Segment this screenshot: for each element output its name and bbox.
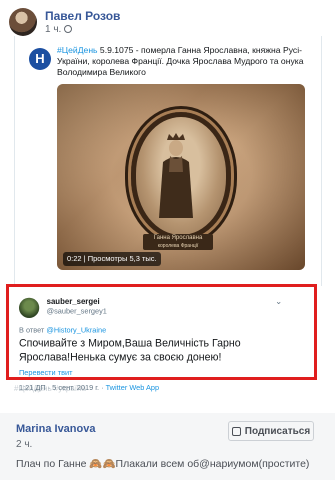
post-header: Павел Розов 1 ч. (9, 8, 120, 36)
reply-handle[interactable]: @sauber_sergey1 (47, 307, 107, 315)
translate-link[interactable]: Перевести твит (19, 369, 72, 377)
reply-to-link[interactable]: @History_Ukraine (46, 326, 106, 334)
facebook-feed: Павел Розов 1 ч. H #ЦейДень 5.9.1075 - п… (0, 0, 335, 480)
comment-text: Плач по Ганне 🙈🙈Плакали всем об@нариумом… (16, 458, 310, 470)
post-author[interactable]: Павел Розов (45, 9, 120, 23)
reply-username[interactable]: sauber_sergei (47, 297, 100, 306)
comment: Marina Ivanova 2 ч. Подписаться Плач по … (0, 413, 335, 480)
tweet-text: #ЦейДень 5.9.1075 - померла Ганна Яросла… (57, 45, 304, 77)
reply-avatar[interactable] (19, 297, 40, 318)
author-avatar[interactable] (9, 8, 37, 36)
reply-text: Спочивайте з Миром,Ваша Величність Гарно… (19, 338, 241, 364)
portrait-plaque: Ганна Ярославна королева Франції (143, 234, 213, 250)
subscribe-button[interactable]: Подписаться (228, 421, 314, 441)
subscribe-icon (231, 426, 241, 436)
globe-icon (64, 25, 73, 33)
facebook-post: Павел Розов 1 ч. H #ЦейДень 5.9.1075 - п… (0, 0, 335, 414)
history-ukraine-logo[interactable]: H (29, 48, 51, 70)
comment-author[interactable]: Marina Ivanova (16, 423, 95, 435)
chevron-down-icon[interactable]: ⌄ (275, 297, 282, 307)
comment-time[interactable]: 2 ч. (16, 439, 32, 450)
hashtag-link[interactable]: #ЦейДень (57, 45, 98, 55)
portrait-figure (159, 133, 193, 218)
post-time[interactable]: 1 ч. (45, 23, 61, 36)
client-link[interactable]: Twitter Web App (106, 383, 159, 391)
highlighted-reply-tweet[interactable]: sauber_sergei @sauber_sergey1 ⌄ В ответ … (6, 284, 317, 392)
video-stats: 0:22 | Просмотры 5,3 тыс. (63, 252, 161, 266)
tweet-video[interactable]: Ганна Ярославна королева Франції 0:22 | … (57, 84, 305, 270)
cropped-text: #ЦейДень #україна (14, 384, 86, 393)
reply-context: В ответ @History_Ukraine (19, 326, 107, 335)
